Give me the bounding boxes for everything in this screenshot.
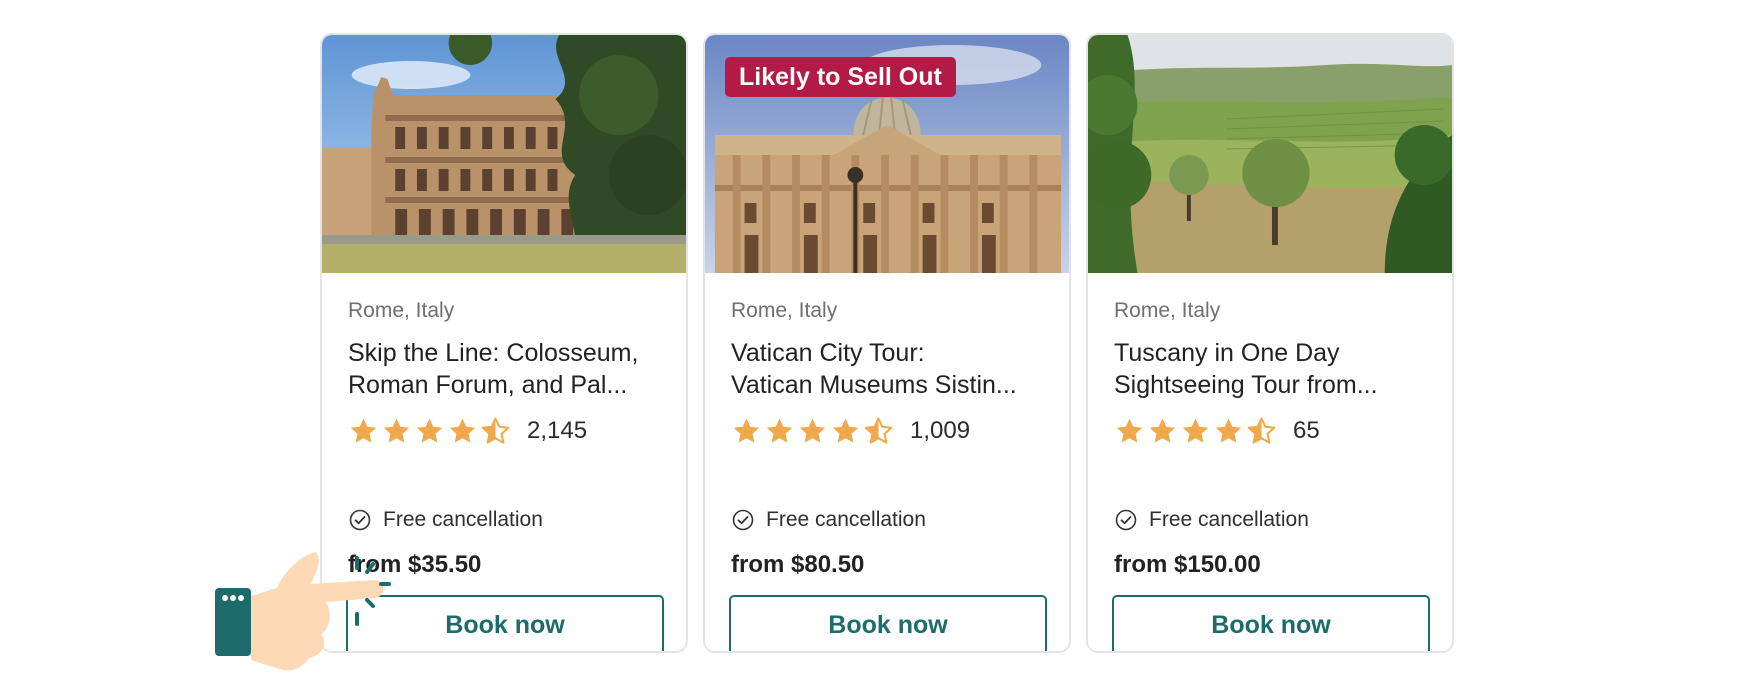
star-icon — [733, 418, 760, 443]
check-circle-icon — [1115, 509, 1137, 531]
tour-rating: 1,009 — [731, 415, 970, 447]
cancellation-label: Free cancellation — [383, 508, 543, 531]
half-star-icon — [1247, 417, 1276, 444]
check-circle-icon — [349, 509, 371, 531]
check-circle-icon — [732, 509, 754, 531]
free-cancellation: Free cancellation — [731, 508, 926, 532]
star-icon — [766, 418, 793, 443]
review-count: 1,009 — [910, 417, 971, 444]
book-now-button[interactable]: Book now — [1112, 595, 1430, 651]
tour-title-line[interactable]: Sightseeing Tour from... — [1114, 369, 1434, 401]
star-icon — [1182, 418, 1209, 443]
free-cancellation: Free cancellation — [1114, 508, 1309, 532]
star-icon — [832, 418, 859, 443]
half-star-icon — [481, 417, 510, 444]
star-icon — [383, 418, 410, 443]
free-cancellation: Free cancellation — [348, 508, 543, 532]
tour-location: Rome, Italy — [731, 299, 838, 322]
likely-to-sell-out-badge: Likely to Sell Out — [725, 57, 956, 97]
star-rating — [1114, 416, 1277, 447]
star-icon — [1215, 418, 1242, 443]
tour-card[interactable]: Rome, Italy Tuscany in One Day Sightseei… — [1086, 33, 1454, 653]
tour-card[interactable]: Likely to Sell Out Rome, Italy Vatican C… — [703, 33, 1071, 653]
tour-title-line[interactable]: Skip the Line: Colosseum, — [348, 337, 668, 369]
tour-location: Rome, Italy — [348, 299, 455, 322]
star-rating — [731, 416, 894, 447]
star-icon — [416, 418, 443, 443]
tour-title[interactable]: Skip the Line: Colosseum, Roman Forum, a… — [348, 337, 668, 401]
tour-title-line[interactable]: Tuscany in One Day — [1114, 337, 1434, 369]
star-icon — [799, 418, 826, 443]
tour-price: from $150.00 — [1114, 551, 1261, 578]
tour-title-line[interactable]: Vatican City Tour: — [731, 337, 1051, 369]
colosseum-image[interactable] — [322, 35, 686, 273]
tour-rating: 2,145 — [348, 415, 587, 447]
review-count: 65 — [1293, 417, 1320, 444]
tour-location: Rome, Italy — [1114, 299, 1221, 322]
star-icon — [1149, 418, 1176, 443]
cancellation-label: Free cancellation — [766, 508, 926, 531]
tuscany-image[interactable] — [1088, 35, 1452, 273]
st-peters-basilica-image[interactable]: Likely to Sell Out — [705, 35, 1069, 273]
star-icon — [1116, 418, 1143, 443]
review-count: 2,145 — [527, 417, 588, 444]
star-rating — [348, 416, 511, 447]
tour-price: from $80.50 — [731, 551, 865, 578]
star-icon — [350, 418, 377, 443]
book-now-button[interactable]: Book now — [729, 595, 1047, 651]
tour-title[interactable]: Vatican City Tour: Vatican Museums Sisti… — [731, 337, 1051, 401]
tour-title[interactable]: Tuscany in One Day Sightseeing Tour from… — [1114, 337, 1434, 401]
tour-title-line[interactable]: Roman Forum, and Pal... — [348, 369, 668, 401]
cancellation-label: Free cancellation — [1149, 508, 1309, 531]
hand-pointer-icon — [205, 548, 405, 678]
tour-title-line[interactable]: Vatican Museums Sistin... — [731, 369, 1051, 401]
tour-rating: 65 — [1114, 415, 1320, 447]
half-star-icon — [864, 417, 893, 444]
star-icon — [449, 418, 476, 443]
